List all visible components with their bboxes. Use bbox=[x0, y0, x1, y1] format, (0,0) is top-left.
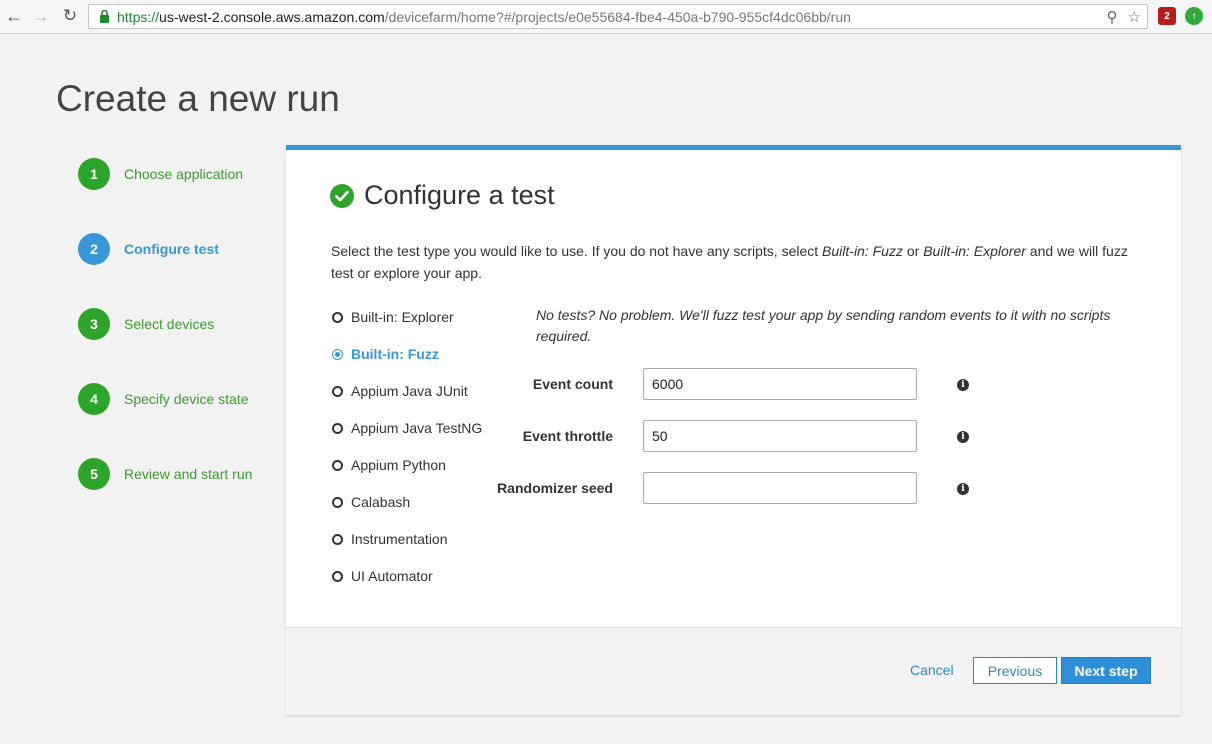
panel-heading: Configure a test bbox=[330, 180, 555, 211]
radio-label: Built-in: Fuzz bbox=[351, 346, 439, 362]
radio-label: UI Automator bbox=[351, 568, 433, 584]
radio-builtin-explorer[interactable]: Built-in: Explorer bbox=[332, 307, 502, 327]
step-number: 5 bbox=[78, 458, 110, 490]
intro-emphasis-fuzz: Built-in: Fuzz bbox=[822, 243, 903, 259]
configure-test-panel: Configure a test Select the test type yo… bbox=[286, 145, 1181, 715]
event-count-input[interactable] bbox=[643, 368, 917, 400]
step-label: Specify device state bbox=[124, 391, 249, 407]
step-specify-device-state[interactable]: 4 Specify device state bbox=[78, 383, 278, 415]
address-bar[interactable]: https://us-west-2.console.aws.amazon.com… bbox=[88, 4, 1148, 29]
step-number: 2 bbox=[78, 233, 110, 265]
intro-emphasis-explorer: Built-in: Explorer bbox=[923, 243, 1026, 259]
info-glyph: i bbox=[961, 484, 965, 494]
next-step-button[interactable]: Next step bbox=[1061, 657, 1151, 684]
intro-text: Select the test type you would like to u… bbox=[331, 240, 1131, 284]
browser-toolbar: ← → ↻ https://us-west-2.console.aws.amaz… bbox=[0, 0, 1212, 34]
radio-circle-icon bbox=[332, 311, 343, 323]
info-icon[interactable]: i bbox=[957, 379, 969, 391]
extension-shield-icon[interactable]: 2 bbox=[1158, 7, 1176, 25]
intro-text-part: Select the test type you would like to u… bbox=[331, 243, 823, 259]
back-arrow-icon[interactable]: ← bbox=[3, 5, 25, 27]
info-glyph: i bbox=[961, 380, 965, 390]
randomizer-seed-input[interactable] bbox=[643, 472, 917, 504]
step-number: 4 bbox=[78, 383, 110, 415]
forward-arrow-icon[interactable]: → bbox=[30, 5, 52, 27]
panel-footer: Cancel Previous Next step bbox=[286, 627, 1181, 715]
radio-circle-icon bbox=[332, 459, 343, 471]
url-scheme: https:// bbox=[117, 8, 160, 25]
randomizer-seed-label: Randomizer seed bbox=[497, 480, 613, 496]
reload-icon[interactable]: ↻ bbox=[59, 5, 81, 27]
radio-label: Built-in: Explorer bbox=[351, 309, 454, 325]
radio-builtin-fuzz[interactable]: Built-in: Fuzz bbox=[332, 344, 502, 364]
panel-title: Configure a test bbox=[364, 180, 555, 210]
radio-circle-icon bbox=[332, 496, 343, 508]
radio-circle-icon bbox=[332, 385, 343, 397]
step-number: 3 bbox=[78, 308, 110, 340]
radio-circle-icon bbox=[332, 422, 343, 434]
step-number: 1 bbox=[78, 158, 110, 190]
previous-button[interactable]: Previous bbox=[973, 657, 1057, 684]
url-host: us-west-2.console.aws.amazon.com bbox=[159, 8, 385, 25]
step-select-devices[interactable]: 3 Select devices bbox=[78, 308, 278, 340]
extension-badge: 2 bbox=[1164, 10, 1170, 22]
radio-circle-icon bbox=[332, 348, 343, 360]
event-throttle-label: Event throttle bbox=[522, 428, 613, 444]
url-path: /devicefarm/home?#/projects/e0e55684-fbe… bbox=[384, 8, 851, 25]
step-label: Configure test bbox=[124, 241, 219, 257]
event-count-label: Event count bbox=[532, 376, 613, 392]
bookmark-star-icon[interactable]: ☆ bbox=[1128, 8, 1141, 26]
step-review-and-start-run[interactable]: 5 Review and start run bbox=[78, 458, 278, 490]
step-label: Choose application bbox=[124, 166, 244, 182]
info-icon[interactable]: i bbox=[957, 483, 969, 495]
info-glyph: i bbox=[961, 432, 965, 442]
radio-circle-icon bbox=[332, 533, 343, 545]
page-title: Create a new run bbox=[56, 78, 340, 119]
radio-label: Instrumentation bbox=[351, 531, 448, 547]
radio-ui-automator[interactable]: UI Automator bbox=[332, 566, 502, 586]
extension-upload-icon[interactable]: ↑ bbox=[1185, 7, 1203, 25]
event-throttle-input[interactable] bbox=[643, 420, 917, 452]
info-icon[interactable]: i bbox=[957, 431, 969, 443]
cancel-button[interactable]: Cancel bbox=[910, 662, 954, 678]
radio-label: Calabash bbox=[351, 494, 411, 510]
radio-circle-icon bbox=[332, 570, 343, 582]
check-circle-icon bbox=[330, 183, 354, 208]
radio-instrumentation[interactable]: Instrumentation bbox=[332, 529, 502, 549]
intro-text-part: or bbox=[902, 243, 924, 259]
key-icon[interactable]: ⚲ bbox=[1107, 8, 1118, 26]
step-choose-application[interactable]: 1 Choose application bbox=[78, 158, 278, 190]
step-configure-test[interactable]: 2 Configure test bbox=[78, 233, 278, 265]
step-label: Review and start run bbox=[124, 466, 253, 482]
radio-label: Appium Python bbox=[351, 457, 446, 473]
fuzz-description: No tests? No problem. We'll fuzz test yo… bbox=[536, 307, 1111, 344]
radio-appium-python[interactable]: Appium Python bbox=[332, 455, 502, 475]
lock-icon bbox=[97, 10, 111, 24]
step-label: Select devices bbox=[124, 316, 215, 332]
